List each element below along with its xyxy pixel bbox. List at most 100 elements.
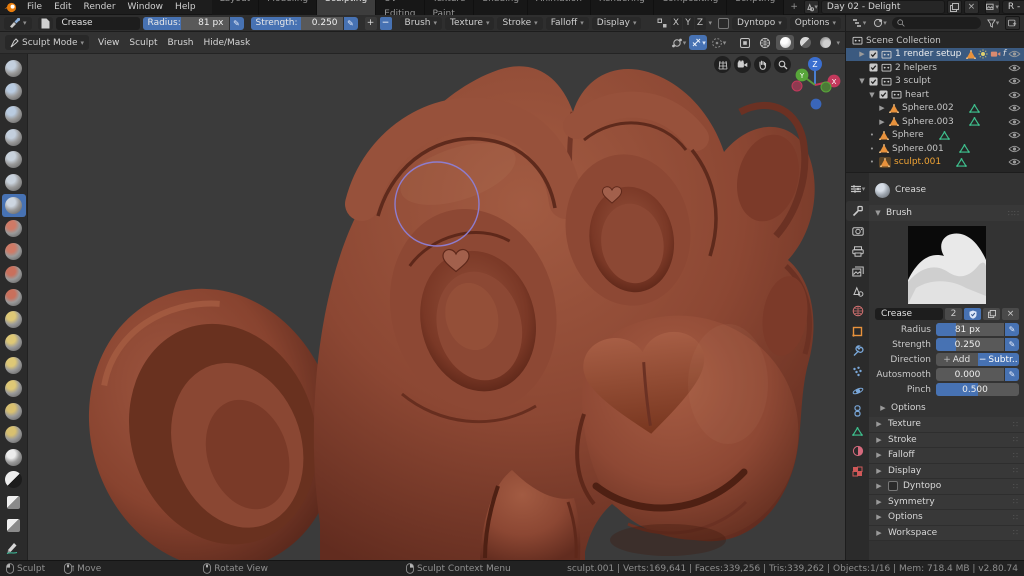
disclosure-icon[interactable]: ▼ xyxy=(868,91,876,99)
tool-pinch[interactable] xyxy=(2,308,26,331)
view-layer-icon[interactable]: ▾ xyxy=(984,0,1000,14)
radius-pressure-toggle[interactable]: ✎ xyxy=(229,16,244,30)
properties-tab-material[interactable] xyxy=(846,441,869,461)
3d-viewport[interactable]: Z Y X xyxy=(28,54,845,560)
properties-editor-type-dropdown[interactable]: ▾ xyxy=(846,177,869,201)
panel-display[interactable]: ▶ Display ∷ xyxy=(869,463,1024,479)
outliner-row-heart[interactable]: ▼ heart xyxy=(846,88,1024,102)
dyntopo-panel-checkbox[interactable] xyxy=(888,481,898,492)
outliner-filter-dropdown[interactable]: ▾ xyxy=(984,17,1002,30)
radius-value-slider[interactable]: 81 px xyxy=(936,323,1004,336)
tool-fill[interactable] xyxy=(2,263,26,286)
hide-eye-toggle[interactable] xyxy=(1008,158,1021,166)
tool-settings-menu-brush[interactable]: Brush ▾ xyxy=(399,16,443,30)
tool-smooth[interactable] xyxy=(2,217,26,240)
properties-tab-modifiers[interactable] xyxy=(846,341,869,361)
tool-inflate[interactable] xyxy=(2,148,26,171)
outliner-row-sphere[interactable]: • Sphere xyxy=(846,129,1024,143)
menu-file[interactable]: File xyxy=(21,0,48,15)
tool-thumb[interactable] xyxy=(2,377,26,400)
brush-panel-header[interactable]: ▼ Brush ∷∷ xyxy=(869,205,1024,221)
symmetry-dropdown-icon[interactable]: ▾ xyxy=(709,19,713,27)
outliner-editor-type-dropdown[interactable]: ▾ xyxy=(850,17,868,30)
hide-eye-toggle[interactable] xyxy=(1008,118,1021,126)
snap-toggle[interactable]: ▾ xyxy=(689,35,708,50)
brush-users-count[interactable]: 2 xyxy=(945,308,962,320)
panel-options[interactable]: ▶ Options ∷ xyxy=(869,510,1024,526)
duplicate-brush-button[interactable] xyxy=(983,308,1000,320)
wireframe-shading-button[interactable] xyxy=(756,35,774,50)
collection-checkbox[interactable] xyxy=(869,50,878,59)
properties-tab-scene[interactable] xyxy=(846,281,869,301)
tool-nudge[interactable] xyxy=(2,423,26,446)
tool-snake-hook[interactable] xyxy=(2,354,26,377)
properties-tab-data[interactable] xyxy=(846,421,869,441)
radius-slider[interactable]: Radius: 81 px xyxy=(142,16,229,30)
hide-eye-toggle[interactable] xyxy=(1008,77,1021,85)
menu-edit[interactable]: Edit xyxy=(48,0,77,15)
outliner-row-1-render-setup[interactable]: ▶ 1 render setup f xyxy=(846,47,1024,61)
brush-preview-image[interactable] xyxy=(908,226,986,304)
properties-tab-render[interactable] xyxy=(846,221,869,241)
panel-dyntopo[interactable]: ▶ Dyntopo ∷ xyxy=(869,479,1024,495)
properties-tab-output[interactable] xyxy=(846,241,869,261)
disclosure-icon[interactable]: ▶ xyxy=(878,104,886,112)
direction-subtract-button[interactable]: − xyxy=(379,16,392,30)
tool-settings-menu-display[interactable]: Display ▾ xyxy=(591,16,642,30)
tool-blob[interactable] xyxy=(2,171,26,194)
show-gizmos-toggle[interactable] xyxy=(736,35,754,50)
rendered-shading-button[interactable] xyxy=(816,35,834,50)
new-scene-button[interactable] xyxy=(946,0,962,14)
menu-render[interactable]: Render xyxy=(78,0,122,15)
shading-dropdown-icon[interactable]: ▾ xyxy=(836,39,840,47)
strength-pressure-button[interactable]: ✎ xyxy=(1005,338,1019,351)
radius-pressure-button[interactable]: ✎ xyxy=(1005,323,1019,336)
outliner-row-3-sculpt[interactable]: ▼ 3 sculpt xyxy=(846,75,1024,89)
options-dropdown[interactable]: Options ▾ xyxy=(789,16,841,30)
viewport-menu-view[interactable]: View xyxy=(93,38,124,48)
tool-crease[interactable] xyxy=(1,194,26,218)
new-collection-button[interactable] xyxy=(1005,16,1020,30)
properties-tab-constraints[interactable] xyxy=(846,401,869,421)
dyntopo-dropdown[interactable]: Dyntopo ▾ xyxy=(732,16,787,30)
outliner-row-scene-collection[interactable]: Scene Collection xyxy=(846,34,1024,48)
tool-clay-strips[interactable] xyxy=(2,103,26,126)
symmetry-x-toggle[interactable]: X xyxy=(670,16,682,30)
symmetry-y-toggle[interactable]: Y xyxy=(682,16,694,30)
collection-checkbox[interactable] xyxy=(869,63,878,72)
hide-eye-toggle[interactable] xyxy=(1008,64,1021,72)
properties-tab-world[interactable] xyxy=(846,301,869,321)
direction-subtract-option[interactable]: − Subtr.. xyxy=(977,353,1019,366)
properties-tab-view-layer[interactable] xyxy=(846,261,869,281)
panel-stroke[interactable]: ▶ Stroke ∷ xyxy=(869,432,1024,448)
scene-name-field[interactable]: Day 02 - Delight xyxy=(820,0,945,14)
tool-box-mask[interactable] xyxy=(2,491,26,514)
disclosure-icon[interactable]: ▶ xyxy=(858,50,866,58)
unlink-brush-button[interactable]: × xyxy=(1002,308,1019,320)
brush-datablock-name[interactable]: Crease xyxy=(875,308,943,320)
camera-view-button[interactable] xyxy=(734,56,751,73)
tool-clay[interactable] xyxy=(2,80,26,103)
outliner-search-input[interactable] xyxy=(892,17,981,29)
collection-checkbox[interactable] xyxy=(879,90,888,99)
properties-tab-tool[interactable] xyxy=(846,201,869,221)
panel-workspace[interactable]: ▶ Workspace ∷ xyxy=(869,525,1024,541)
outliner-row-sphere-002[interactable]: ▶ Sphere.002 xyxy=(846,102,1024,116)
navigation-gizmo[interactable]: Z Y X xyxy=(789,55,841,111)
tool-simplify[interactable] xyxy=(2,446,26,469)
strength-value-slider[interactable]: 0.250 xyxy=(936,338,1004,351)
mode-dropdown[interactable]: Sculpt Mode ▾ xyxy=(5,35,90,50)
panel-texture[interactable]: ▶ Texture ∷ xyxy=(869,417,1024,433)
tool-rotate[interactable] xyxy=(2,400,26,423)
outliner-display-mode-dropdown[interactable]: ▾ xyxy=(871,17,889,30)
active-tool-dropdown[interactable]: ▾ xyxy=(4,16,32,30)
pivot-point-dropdown[interactable]: ▾ xyxy=(669,35,687,50)
hide-eye-toggle[interactable] xyxy=(1008,91,1021,99)
properties-tab-object[interactable] xyxy=(846,321,869,341)
tool-settings-menu-stroke[interactable]: Stroke ▾ xyxy=(497,16,543,30)
tool-layer[interactable] xyxy=(2,126,26,149)
delete-scene-button[interactable]: × xyxy=(963,0,979,14)
outliner-row-sphere-003[interactable]: ▶ Sphere.003 xyxy=(846,115,1024,129)
add-workspace-button[interactable]: + xyxy=(784,0,804,15)
solid-shading-button[interactable] xyxy=(776,35,795,50)
